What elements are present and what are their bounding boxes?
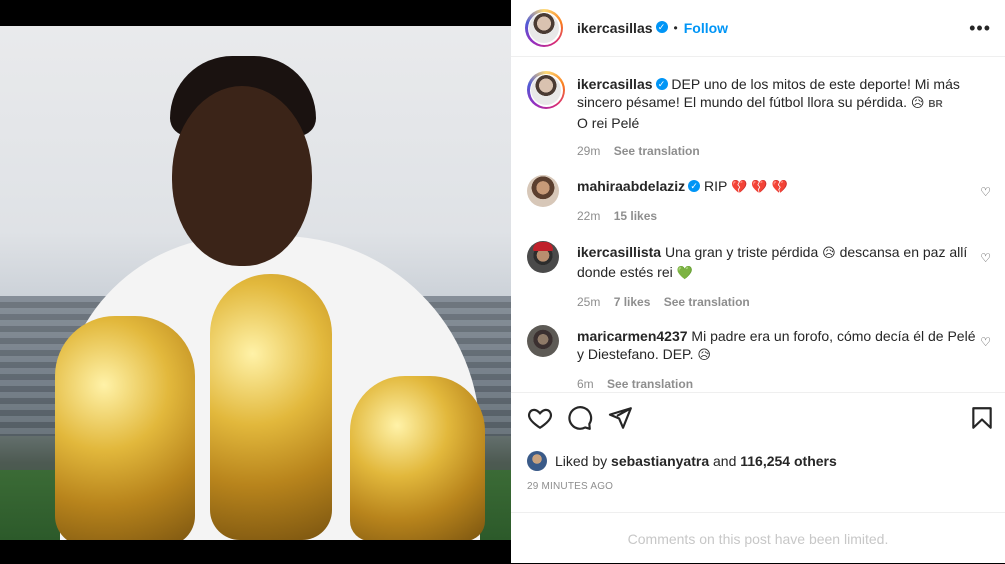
comment-username[interactable]: ikercasillista <box>577 244 661 260</box>
like-comment-heart-icon[interactable]: ♡ <box>980 251 991 265</box>
share-paper-plane-icon[interactable] <box>607 405 633 431</box>
post-actions: Liked by sebastianyatra and 116,254 othe… <box>511 392 1005 508</box>
comment-time[interactable]: 6m <box>577 377 594 391</box>
sad-emoji-icon: 😥 <box>697 348 711 363</box>
person-face <box>172 86 312 266</box>
comment-meta: 22m 15 likes <box>577 207 977 225</box>
green-heart-icon: 💚 <box>676 266 693 281</box>
caption-username[interactable]: ikercasillas <box>577 76 653 92</box>
comment-likes[interactable]: 15 likes <box>614 209 657 223</box>
like-comment-heart-icon[interactable]: ♡ <box>980 185 991 199</box>
liker-avatar[interactable] <box>527 451 547 471</box>
like-comment-heart-icon[interactable]: ♡ <box>980 335 991 349</box>
like-heart-icon[interactable] <box>527 405 553 431</box>
more-options-icon[interactable]: ••• <box>969 18 991 39</box>
verified-icon: ✓ <box>655 21 668 33</box>
caption-meta: 29m See translation <box>577 142 977 160</box>
trophy-right <box>350 376 485 540</box>
separator-dot: • <box>673 21 678 35</box>
see-translation-link[interactable]: See translation <box>664 295 750 309</box>
liked-by-prefix: Liked by <box>555 453 608 469</box>
post-photo <box>0 26 511 540</box>
comments-list[interactable]: ikercasillas ✓ DEP uno de los mitos de es… <box>511 57 1005 392</box>
caption-avatar[interactable] <box>527 71 565 109</box>
save-bookmark-icon[interactable] <box>969 405 995 431</box>
caption-text: ikercasillas ✓ DEP uno de los mitos de es… <box>577 75 977 160</box>
trophy-center <box>210 274 332 540</box>
comment-avatar[interactable] <box>527 241 559 273</box>
comment-avatar[interactable] <box>527 175 559 207</box>
broken-heart-icon: 💔 💔 💔 <box>731 180 788 195</box>
comments-limited-notice: Comments on this post have been limited. <box>511 512 1005 564</box>
verified-icon: ✓ <box>655 78 668 91</box>
comment-time[interactable]: 25m <box>577 295 600 309</box>
post-timestamp[interactable]: 29 MINUTES AGO <box>527 481 613 492</box>
post-panel: ikercasillas ✓ • Follow ••• ikercasillas… <box>511 0 1005 563</box>
see-translation-link[interactable]: See translation <box>614 144 700 158</box>
sad-emoji-icon: 😥 <box>822 246 836 261</box>
comment-time[interactable]: 22m <box>577 209 600 223</box>
trophy-left <box>55 316 195 540</box>
comment-likes[interactable]: 7 likes <box>614 295 651 309</box>
post-media[interactable] <box>0 0 511 563</box>
caption-line2: O rei Pelé <box>577 115 640 131</box>
see-translation-link[interactable]: See translation <box>607 377 693 391</box>
comment-text: maricarmen4237 Mi padre era un forofo, c… <box>577 327 977 392</box>
comment-username[interactable]: maricarmen4237 <box>577 328 688 344</box>
comment-text: ikercasillista Una gran y triste pérdida… <box>577 243 977 311</box>
follow-button[interactable]: Follow <box>684 20 728 36</box>
header-username[interactable]: ikercasillas <box>577 20 653 36</box>
comment-text: mahiraabdelaziz ✓ RIP 💔 💔 💔 22m 15 likes <box>577 177 977 225</box>
caption-time[interactable]: 29m <box>577 144 600 158</box>
comment-bubble-icon[interactable] <box>567 405 593 431</box>
flag-br: BR <box>928 99 943 110</box>
avatar <box>531 75 561 105</box>
post-header: ikercasillas ✓ • Follow ••• <box>511 0 1005 57</box>
liked-by: Liked by sebastianyatra and 116,254 othe… <box>527 451 837 471</box>
comment-meta: 25m 7 likes See translation <box>577 293 977 311</box>
liked-by-and: and <box>713 453 737 469</box>
comment-avatar[interactable] <box>527 325 559 357</box>
comment-body: RIP <box>704 178 728 194</box>
comment-username[interactable]: mahiraabdelaziz <box>577 178 685 194</box>
verified-icon: ✓ <box>688 180 701 193</box>
liked-by-user[interactable]: sebastianyatra <box>611 453 709 469</box>
comment-body: Una gran y triste pérdida <box>664 244 819 260</box>
header-avatar[interactable] <box>525 9 563 47</box>
sad-emoji-icon: 😥 <box>910 96 925 111</box>
avatar <box>529 13 559 43</box>
comment-meta: 6m See translation <box>577 375 977 392</box>
liked-by-others[interactable]: 116,254 others <box>740 453 837 469</box>
